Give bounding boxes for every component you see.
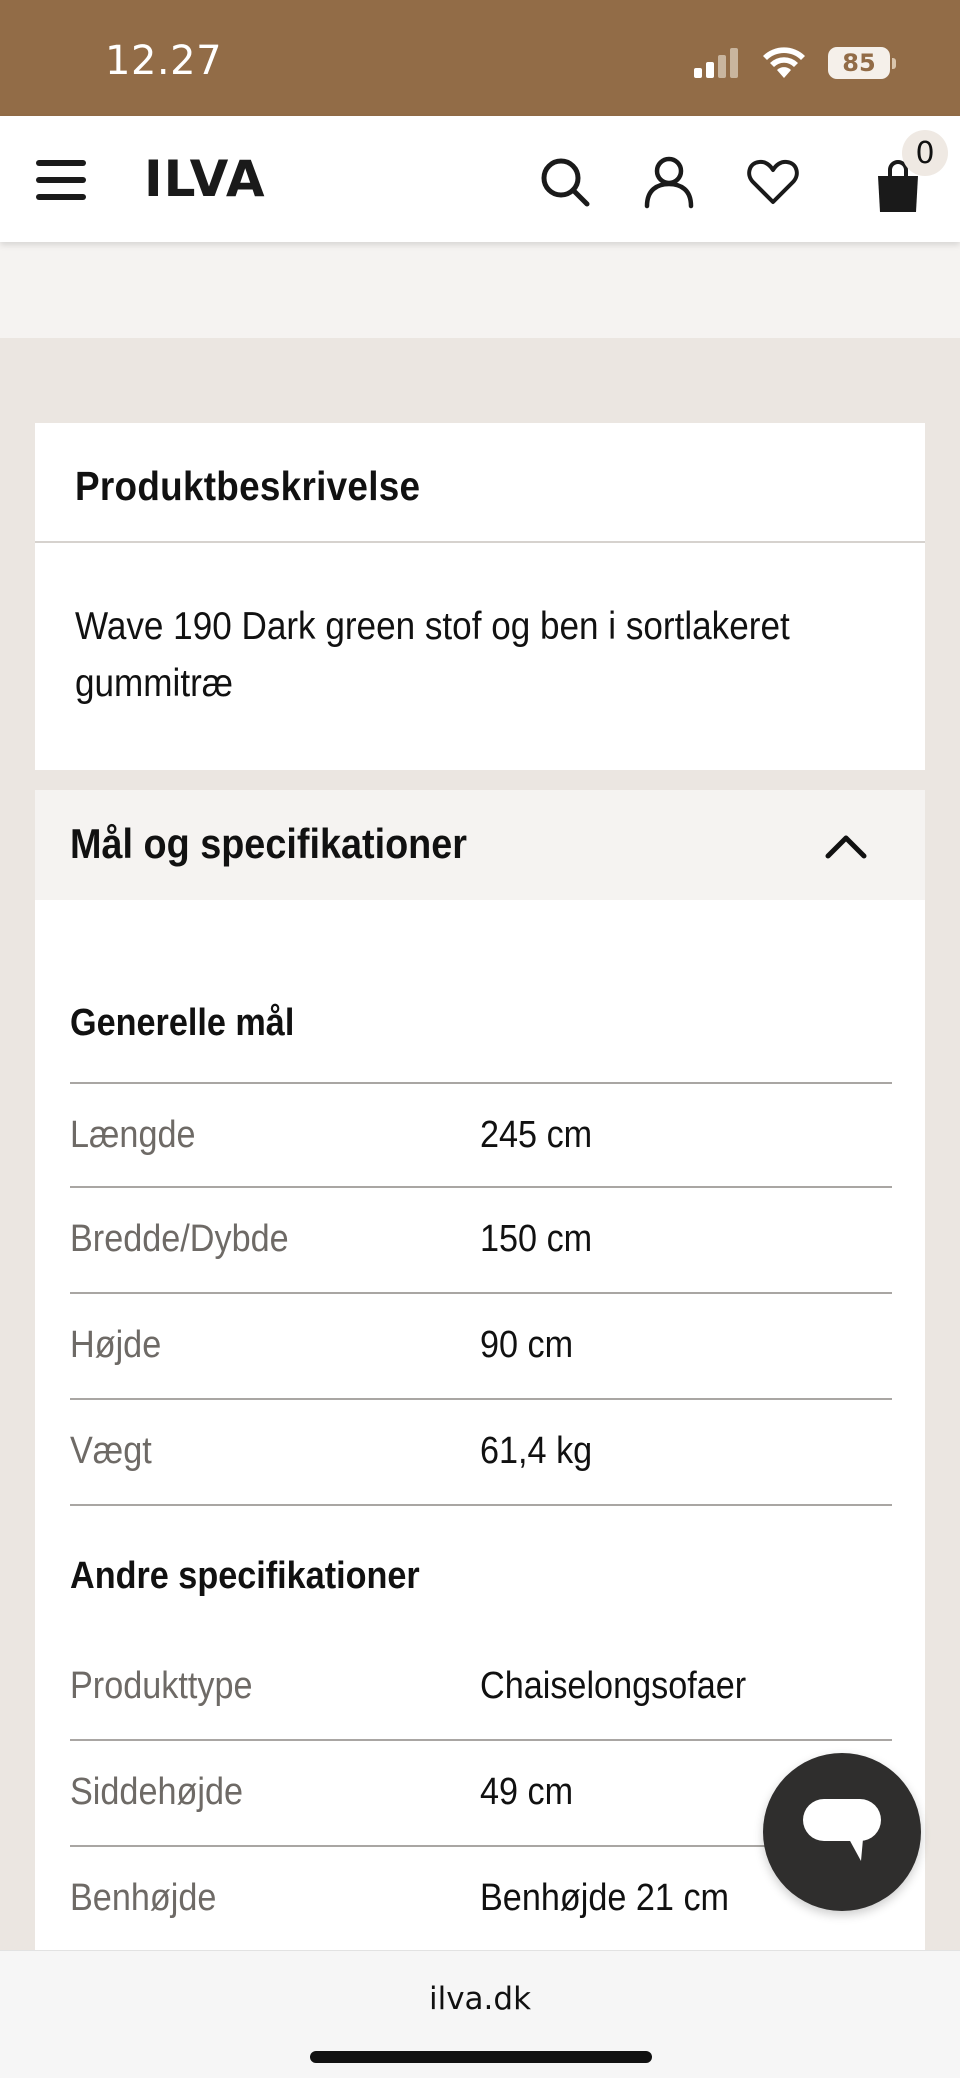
description-title: Produktbeskrivelse	[75, 463, 421, 509]
site-header: ILVA 0	[0, 116, 960, 242]
spec-row: Bredde/Dybde 150 cm	[70, 1188, 892, 1294]
spec-value: 90 cm	[480, 1324, 574, 1366]
url-text[interactable]: ilva.dk	[0, 1981, 960, 2017]
specs-title: Mål og specifikationer	[70, 820, 467, 867]
chat-button[interactable]	[763, 1753, 921, 1911]
description-divider	[35, 541, 925, 543]
cellular-signal-icon	[694, 48, 738, 78]
other-specs-title: Andre specifikationer	[70, 1555, 420, 1597]
user-icon[interactable]	[641, 154, 697, 210]
status-bar: 12.27 85	[0, 0, 960, 116]
spec-row: Højde 90 cm	[70, 1294, 892, 1400]
description-text: Wave 190 Dark green stof og ben i sortla…	[75, 605, 790, 705]
menu-icon[interactable]	[36, 160, 88, 200]
spec-value: 150 cm	[480, 1218, 593, 1260]
status-time: 12.27	[105, 38, 223, 84]
search-icon[interactable]	[537, 154, 593, 210]
spec-value: 245 cm	[480, 1114, 593, 1156]
status-icons: 85	[694, 46, 896, 80]
spec-value: Benhøjde 21 cm	[480, 1877, 730, 1919]
spec-label: Højde	[70, 1324, 162, 1366]
battery-icon: 85	[828, 47, 896, 79]
spec-label: Produkttype	[70, 1665, 253, 1707]
spec-value: Chaiselongsofaer	[480, 1665, 747, 1707]
cart-count-badge: 0	[902, 130, 948, 176]
browser-bottom-bar: ilva.dk	[0, 1950, 960, 2078]
spec-label: Bredde/Dybde	[70, 1218, 289, 1260]
top-strip	[0, 242, 960, 338]
spec-row: Produkttype Chaiselongsofaer	[70, 1635, 892, 1741]
spec-label: Siddehøjde	[70, 1771, 244, 1813]
ilva-logo[interactable]: ILVA	[144, 154, 294, 204]
spec-value: 49 cm	[480, 1771, 574, 1813]
heart-icon[interactable]	[745, 154, 801, 210]
chat-icon	[803, 1799, 881, 1861]
wifi-icon	[763, 47, 805, 78]
spec-value: 61,4 kg	[480, 1430, 593, 1472]
chevron-up-icon[interactable]	[823, 830, 869, 862]
spec-label: Vægt	[70, 1430, 152, 1472]
spec-row: Længde 245 cm	[70, 1082, 892, 1188]
product-description-card: Produktbeskrivelse Wave 190 Dark green s…	[35, 423, 925, 770]
spec-row: Vægt 61,4 kg	[70, 1400, 892, 1506]
general-dimensions-title: Generelle mål	[70, 1002, 295, 1044]
svg-text:ILVA: ILVA	[144, 154, 266, 204]
battery-level: 85	[828, 47, 890, 79]
spec-label: Benhøjde	[70, 1877, 217, 1919]
spec-label: Længde	[70, 1114, 196, 1156]
home-indicator	[310, 2051, 652, 2063]
specs-accordion-header[interactable]: Mål og specifikationer	[35, 790, 925, 900]
